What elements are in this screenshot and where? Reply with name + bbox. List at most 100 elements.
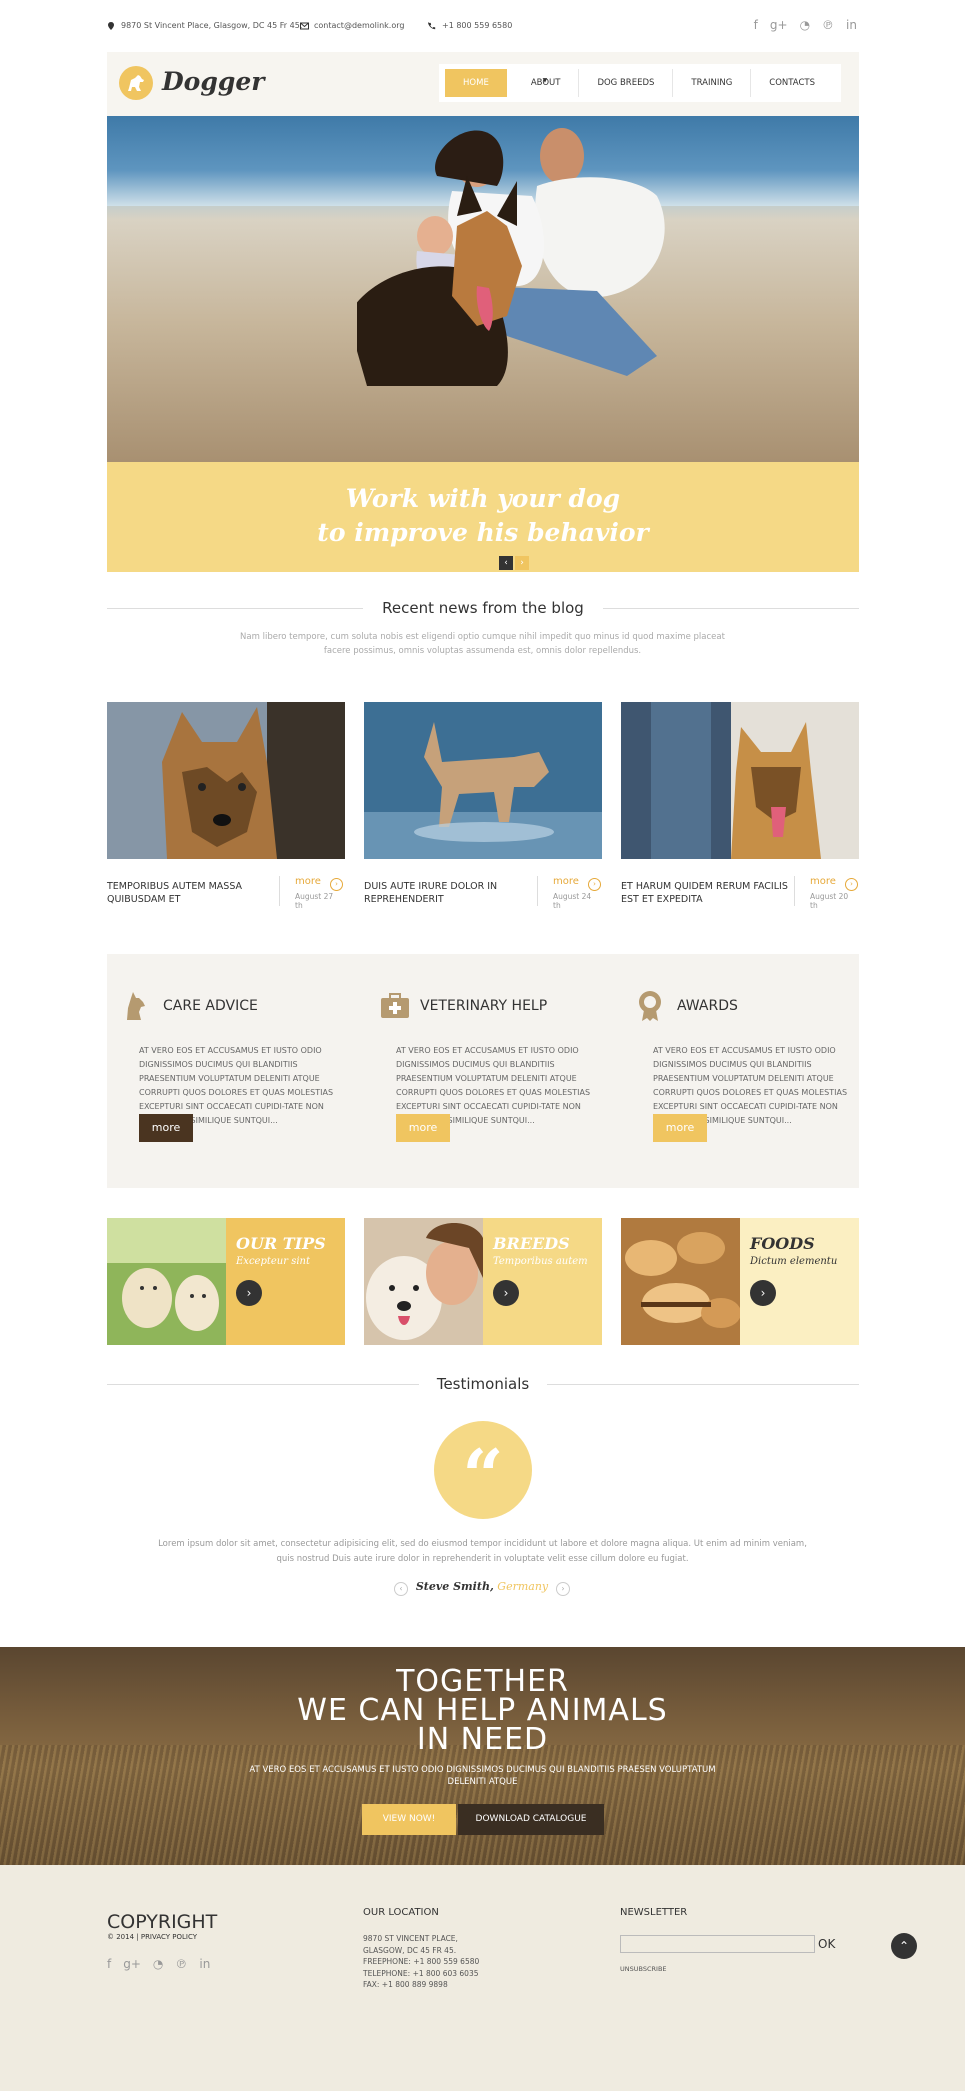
- arrow-right-icon[interactable]: ›: [845, 878, 858, 891]
- back-to-top-button[interactable]: ⌃: [891, 1933, 917, 1959]
- nav-training[interactable]: TRAINING: [673, 69, 752, 97]
- blog-post-title-3[interactable]: ET HARUM QUIDEM RERUM FACILIS EST ET EXP…: [621, 880, 791, 906]
- blog-post-meta-3: more › August 20 th: [794, 876, 858, 910]
- logo-text[interactable]: Dogger: [162, 67, 264, 96]
- hero-family-dog-illustration: [357, 128, 665, 386]
- blog-intro: Nam libero tempore, cum soluta nobis est…: [240, 632, 725, 656]
- blog-image-1[interactable]: [107, 702, 345, 859]
- arrow-right-circle-icon[interactable]: ›: [750, 1280, 776, 1306]
- rss-icon[interactable]: ◔: [800, 18, 810, 32]
- newsletter-ok-button[interactable]: OK: [818, 1937, 835, 1951]
- nav-contacts[interactable]: CONTACTS: [751, 69, 833, 97]
- address-text: 9870 St Vincent Place, Glasgow, DC 45 Fr…: [121, 21, 303, 30]
- divider-left: [107, 1383, 419, 1385]
- service-more-button-1[interactable]: more: [139, 1114, 193, 1142]
- email-info[interactable]: contact@demolink.org: [300, 21, 404, 30]
- slider-next-button[interactable]: ›: [515, 556, 529, 570]
- pinterest-icon[interactable]: ℗: [175, 1957, 187, 1971]
- linkedin-icon[interactable]: in: [199, 1957, 210, 1971]
- promo-title-1: OUR TIPS: [236, 1234, 326, 1253]
- blog-post-meta-2: more › August 24 th: [537, 876, 601, 910]
- banner-title-line2: WE CAN HELP ANIMALS: [297, 1693, 668, 1728]
- divider-left: [107, 607, 363, 609]
- footer-copyright: COPYRIGHT: [107, 1911, 218, 1933]
- blog-post-title-1[interactable]: TEMPORIBUS AUTEM MASSA QUIBUSDAM ET: [107, 880, 277, 906]
- nav-home[interactable]: HOME: [445, 69, 507, 97]
- arrow-right-icon[interactable]: ›: [588, 878, 601, 891]
- facebook-icon[interactable]: f: [754, 18, 758, 32]
- linkedin-icon[interactable]: in: [846, 18, 857, 32]
- chevron-down-icon: ▼: [542, 77, 548, 84]
- dog-icon: [123, 990, 149, 1020]
- google-plus-icon[interactable]: g+: [770, 18, 788, 32]
- arrow-right-circle-icon[interactable]: ›: [493, 1280, 519, 1306]
- slider-controls: ‹ ›: [499, 556, 529, 570]
- testimonial-next-button[interactable]: ›: [556, 1582, 570, 1596]
- logo-dog-icon[interactable]: [119, 66, 153, 100]
- footer-social-links: f g+ ◔ ℗ in: [107, 1957, 210, 1971]
- arrow-right-circle-icon[interactable]: ›: [236, 1280, 262, 1306]
- email-link[interactable]: contact@demolink.org: [314, 21, 404, 30]
- woman-dog-image: [364, 1218, 483, 1345]
- promo-foods[interactable]: FOODS Dictum elementu ›: [621, 1218, 859, 1345]
- testimonials-title: Testimonials: [424, 1375, 542, 1393]
- location-details: 9870 St Vincent Place, Glasgow, DC 45 Fr…: [363, 1933, 479, 1991]
- blog-date-1: August 27 th: [295, 892, 334, 910]
- services-section: CARE ADVICE AT VERO EOS ET ACCUSAMUS ET …: [107, 954, 859, 1188]
- hero-title-line2: to improve his behavior: [317, 518, 649, 547]
- puppies-image: [107, 1218, 226, 1345]
- testimonials-section-title: Testimonials: [107, 1374, 859, 1393]
- banner-subtitle: AT VERO EOS ET ACCUSAMUS ET IUSTO ODIO D…: [249, 1765, 716, 1787]
- blog-date-3: August 20 th: [810, 892, 849, 910]
- newsletter-heading: NEWSLETTER: [620, 1907, 688, 1918]
- slider-prev-button[interactable]: ‹: [499, 556, 513, 570]
- newsletter-email-input[interactable]: [620, 1935, 815, 1953]
- promo-breeds[interactable]: BREEDS Temporibus autem ›: [364, 1218, 602, 1345]
- blog-section-title: Recent news from the blog: [107, 598, 859, 617]
- banner-title-line1: TOGETHER: [396, 1664, 569, 1699]
- footer: COPYRIGHT © 2014 | PRIVACY POLICY f g+ ◔…: [0, 1865, 965, 2091]
- location-line: Freephone: +1 800 559 6580: [363, 1957, 480, 1966]
- view-now-button[interactable]: VIEW NOW!: [362, 1804, 456, 1835]
- unsubscribe-link[interactable]: UNSUBSCRIBE: [620, 1965, 667, 1973]
- rss-icon[interactable]: ◔: [153, 1957, 163, 1971]
- nav-dog-breeds[interactable]: DOG BREEDS: [579, 69, 674, 97]
- service-title-1: CARE ADVICE: [163, 998, 258, 1014]
- divider-right: [603, 607, 859, 609]
- blog-post-title-2[interactable]: DUIS AUTE IRURE DOLOR IN REPREHENDERIT: [364, 880, 534, 906]
- blog-post-meta-1: more › August 27 th: [279, 876, 343, 910]
- blog-image-3[interactable]: [621, 702, 859, 859]
- location-line: FAX: +1 800 889 9898: [363, 1980, 448, 1989]
- promo-panel-1: OUR TIPS Excepteur sint ›: [226, 1218, 345, 1345]
- service-more-button-3[interactable]: more: [653, 1114, 707, 1142]
- banner-title: TOGETHER WE CAN HELP ANIMALS IN NEED: [0, 1664, 965, 1755]
- facebook-icon[interactable]: f: [107, 1957, 111, 1971]
- divider-right: [547, 1383, 859, 1385]
- medical-kit-icon: [380, 990, 409, 1020]
- blog-date-2: August 24 th: [553, 892, 592, 910]
- blog-image-2[interactable]: [364, 702, 602, 859]
- service-more-button-2[interactable]: more: [396, 1114, 450, 1142]
- pinterest-icon[interactable]: ℗: [822, 18, 834, 32]
- location-line: 9870 St Vincent Place,: [363, 1934, 458, 1943]
- download-catalogue-button[interactable]: DOWNLOAD CATALOGUE: [458, 1804, 604, 1835]
- header: Dogger HOME ABOUT ▼ DOG BREEDS TRAINING C…: [107, 52, 859, 116]
- phone-text: +1 800 559 6580: [442, 21, 513, 30]
- phone-info: +1 800 559 6580: [428, 21, 512, 30]
- dog-biscuits-image: [621, 1218, 740, 1345]
- promo-panel-2: BREEDS Temporibus autem ›: [483, 1218, 602, 1345]
- quote-icon: “: [434, 1421, 532, 1519]
- author-name: Steve Smith,: [415, 1580, 494, 1593]
- service-title-3: AWARDS: [677, 998, 738, 1014]
- google-plus-icon[interactable]: g+: [123, 1957, 141, 1971]
- nav-about[interactable]: ABOUT ▼: [513, 69, 580, 97]
- promo-subtitle-3: Dictum elementu: [750, 1256, 838, 1267]
- promo-our-tips[interactable]: OUR TIPS Excepteur sint ›: [107, 1218, 345, 1345]
- footer-privacy[interactable]: © 2014 | PRIVACY POLICY: [107, 1933, 197, 1941]
- arrow-right-icon[interactable]: ›: [330, 878, 343, 891]
- hero-image: [107, 116, 859, 462]
- author-country: Germany: [497, 1580, 549, 1593]
- location-heading: OUR LOCATION: [363, 1907, 439, 1918]
- main-nav: HOME ABOUT ▼ DOG BREEDS TRAINING CONTACTS: [439, 64, 841, 102]
- phone-icon: [428, 21, 436, 30]
